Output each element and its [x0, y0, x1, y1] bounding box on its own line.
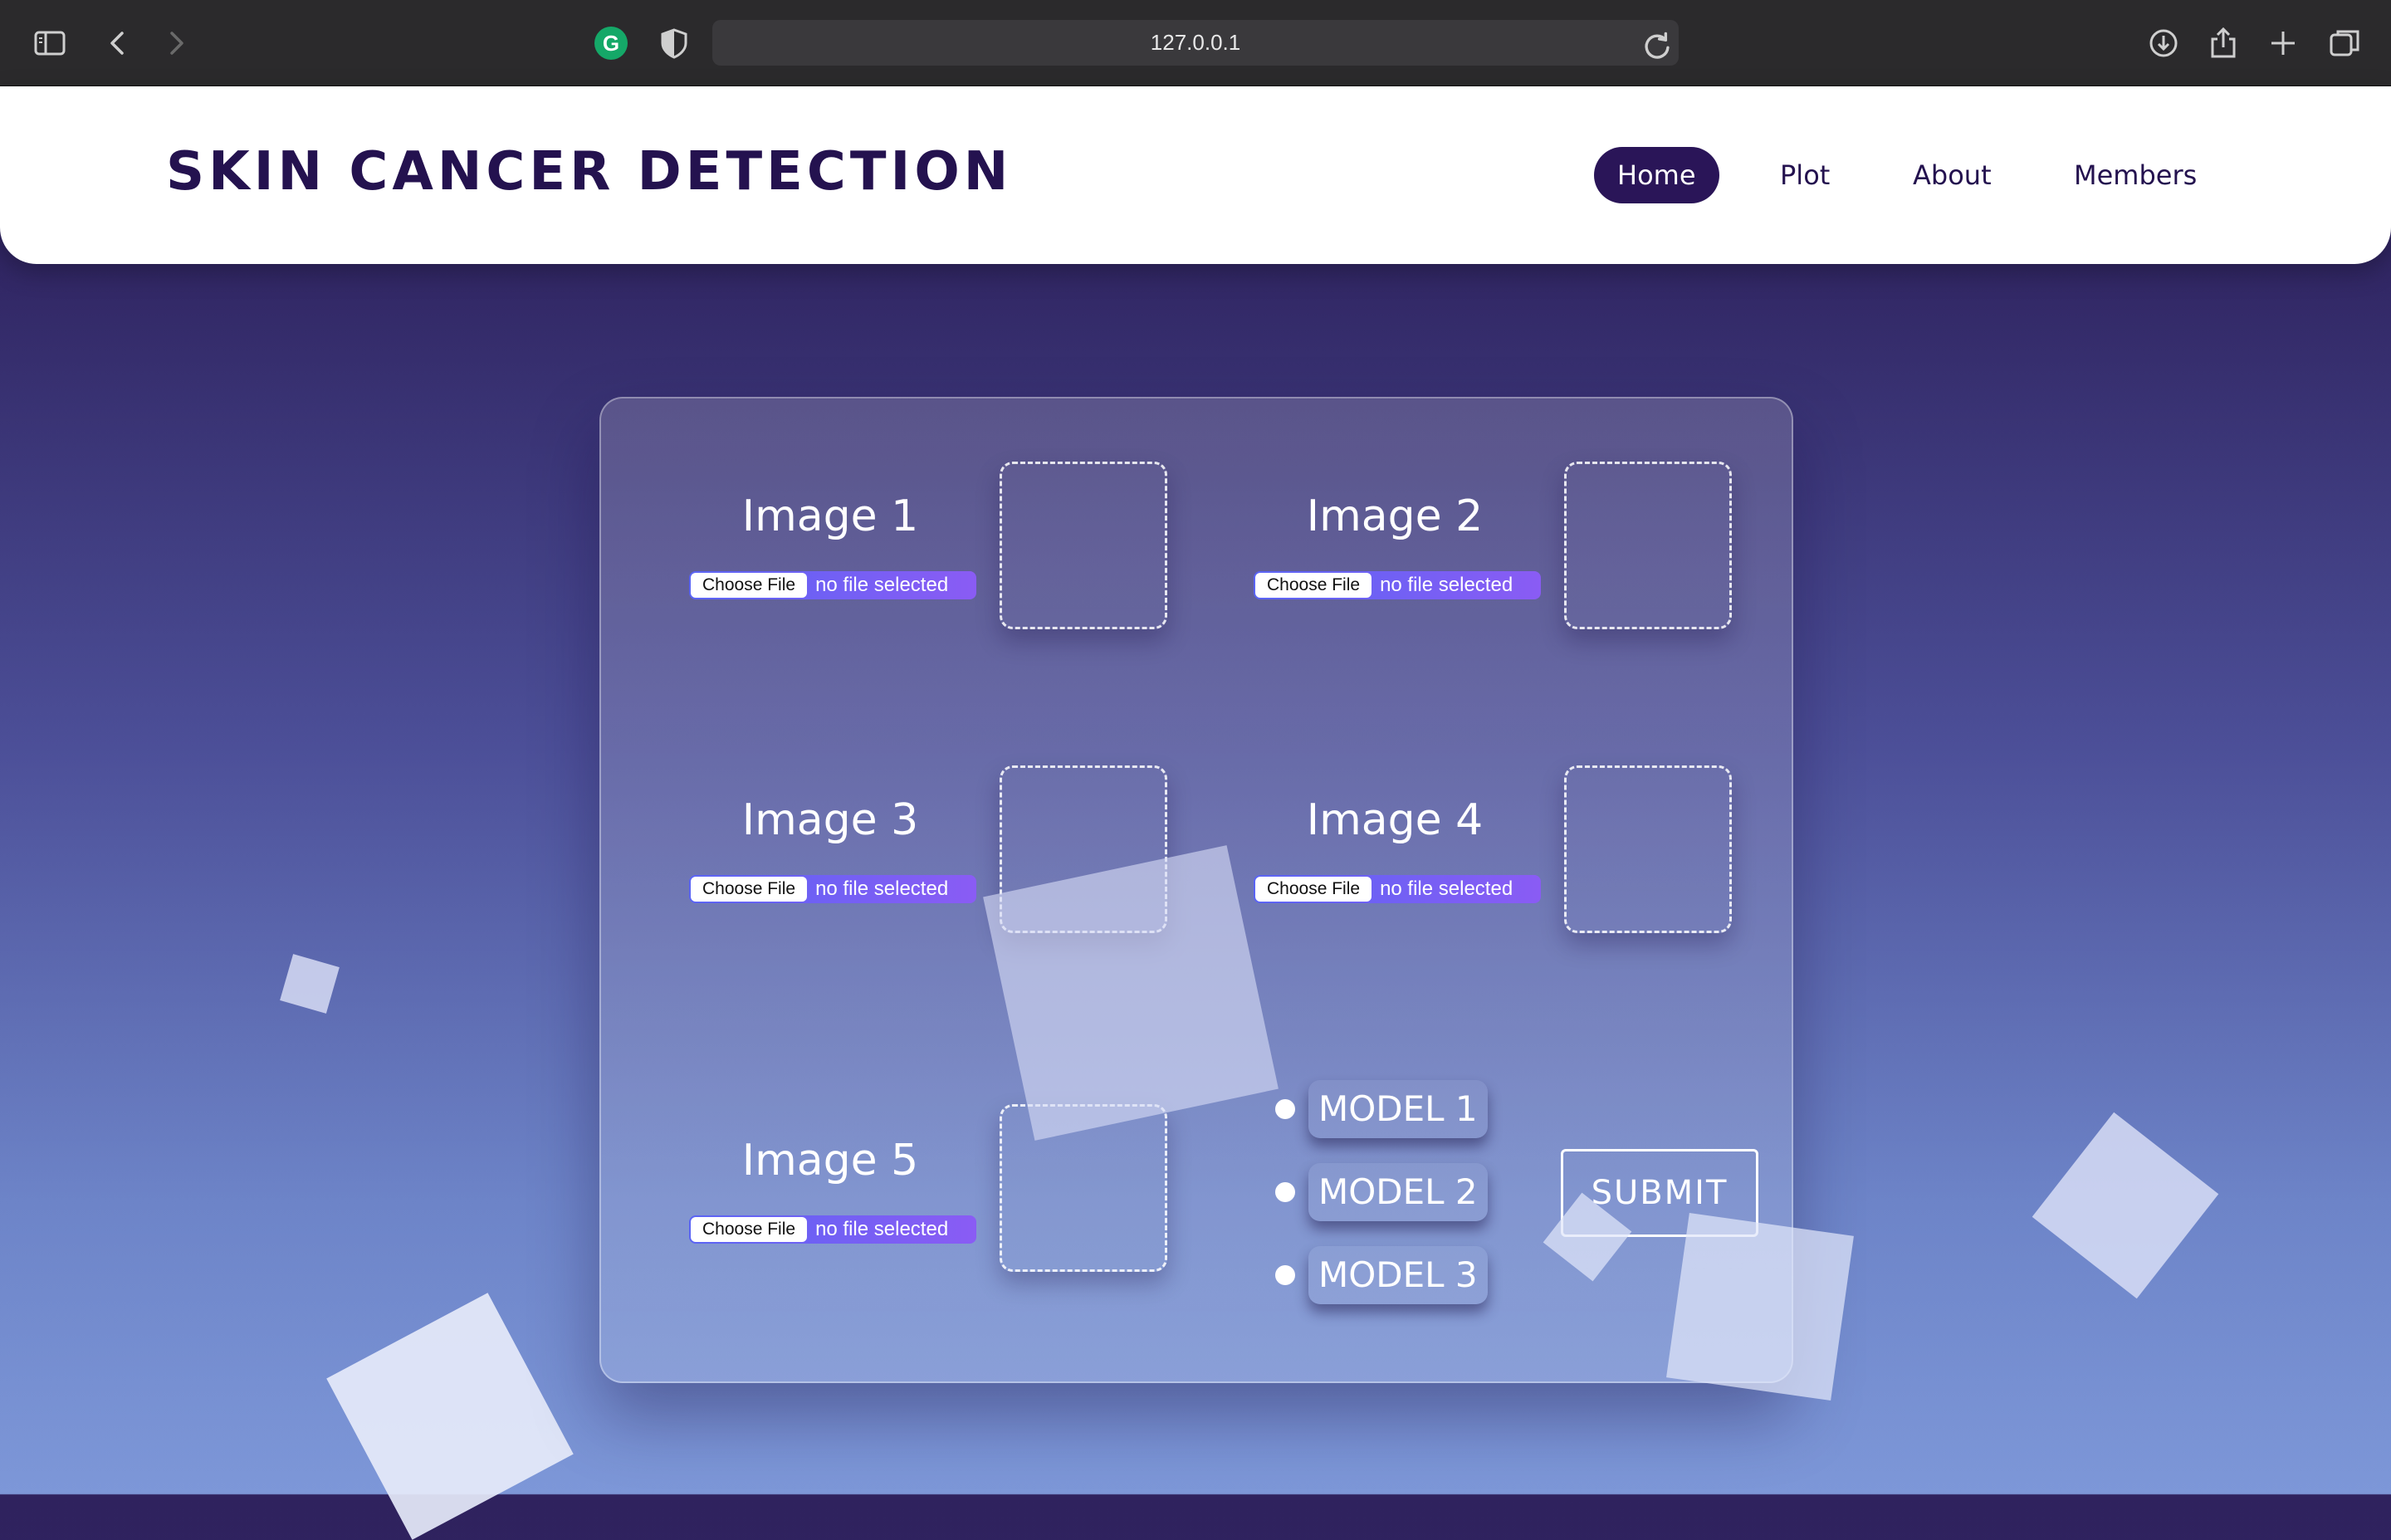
file-status: no file selected — [815, 574, 949, 596]
model-label[interactable]: MODEL 1 — [1308, 1080, 1488, 1138]
floating-square — [1666, 1213, 1854, 1401]
floating-square — [2032, 1112, 2219, 1299]
model-option-3[interactable]: MODEL 3 — [1275, 1245, 1488, 1305]
choose-file-button[interactable]: Choose File — [691, 573, 808, 598]
upload-title: Image 3 — [741, 795, 919, 845]
address-bar[interactable]: 127.0.0.1 — [712, 20, 1679, 66]
sidebar-icon[interactable] — [32, 25, 68, 61]
upload-group-2: Image 2 Choose File no file selected — [1254, 491, 1586, 599]
radio-button[interactable] — [1275, 1099, 1295, 1119]
upload-group-4: Image 4 Choose File no file selected — [1254, 795, 1586, 903]
image-preview-1 — [1000, 462, 1167, 629]
file-status: no file selected — [1380, 574, 1513, 596]
download-icon[interactable] — [2145, 25, 2182, 61]
grammarly-icon[interactable]: G — [594, 27, 628, 60]
nav-plot[interactable]: Plot — [1757, 147, 1853, 203]
site-header: SKIN CANCER DETECTION Home Plot About Me… — [0, 86, 2391, 264]
reload-icon[interactable] — [1639, 28, 1670, 59]
shield-icon[interactable] — [656, 25, 692, 61]
nav-about[interactable]: About — [1890, 147, 2015, 203]
browser-toolbar: G 127.0.0.1 — [0, 0, 2391, 86]
model-option-2[interactable]: MODEL 2 — [1275, 1162, 1488, 1222]
file-input-1[interactable]: Choose File no file selected — [689, 571, 976, 599]
upload-group-1: Image 1 Choose File no file selected — [689, 491, 1021, 599]
upload-title: Image 5 — [741, 1136, 919, 1186]
upload-group-3: Image 3 Choose File no file selected — [689, 795, 1021, 903]
nav-members[interactable]: Members — [2051, 147, 2220, 203]
file-input-5[interactable]: Choose File no file selected — [689, 1215, 976, 1244]
image-preview-2 — [1564, 462, 1732, 629]
url-text[interactable]: 127.0.0.1 — [712, 30, 1679, 56]
image-preview-4 — [1564, 765, 1732, 933]
choose-file-button[interactable]: Choose File — [1255, 573, 1372, 598]
radio-button[interactable] — [1275, 1182, 1295, 1202]
upload-title: Image 1 — [741, 491, 919, 541]
choose-file-button[interactable]: Choose File — [691, 877, 808, 902]
file-status: no file selected — [815, 878, 949, 900]
model-label[interactable]: MODEL 3 — [1308, 1246, 1488, 1304]
floating-square — [983, 845, 1279, 1141]
new-tab-icon[interactable] — [2265, 25, 2301, 61]
file-input-2[interactable]: Choose File no file selected — [1254, 571, 1541, 599]
nav-home[interactable]: Home — [1594, 147, 1719, 203]
share-icon[interactable] — [2205, 25, 2242, 61]
choose-file-button[interactable]: Choose File — [691, 1217, 808, 1242]
floating-square — [326, 1293, 574, 1540]
upload-title: Image 2 — [1306, 491, 1484, 541]
file-status: no file selected — [815, 1218, 949, 1240]
model-label[interactable]: MODEL 2 — [1308, 1163, 1488, 1221]
radio-button[interactable] — [1275, 1265, 1295, 1285]
model-option-1[interactable]: MODEL 1 — [1275, 1079, 1488, 1139]
floating-square — [280, 954, 340, 1014]
forward-icon[interactable] — [158, 25, 194, 61]
choose-file-button[interactable]: Choose File — [1255, 877, 1372, 902]
tabs-overview-icon[interactable] — [2326, 25, 2363, 61]
file-status: no file selected — [1380, 878, 1513, 900]
upload-title: Image 4 — [1306, 795, 1484, 845]
site-title: SKIN CANCER DETECTION — [166, 141, 1013, 203]
file-input-4[interactable]: Choose File no file selected — [1254, 875, 1541, 903]
upload-group-5: Image 5 Choose File no file selected — [689, 1136, 1021, 1244]
file-input-3[interactable]: Choose File no file selected — [689, 875, 976, 903]
back-icon[interactable] — [100, 25, 136, 61]
